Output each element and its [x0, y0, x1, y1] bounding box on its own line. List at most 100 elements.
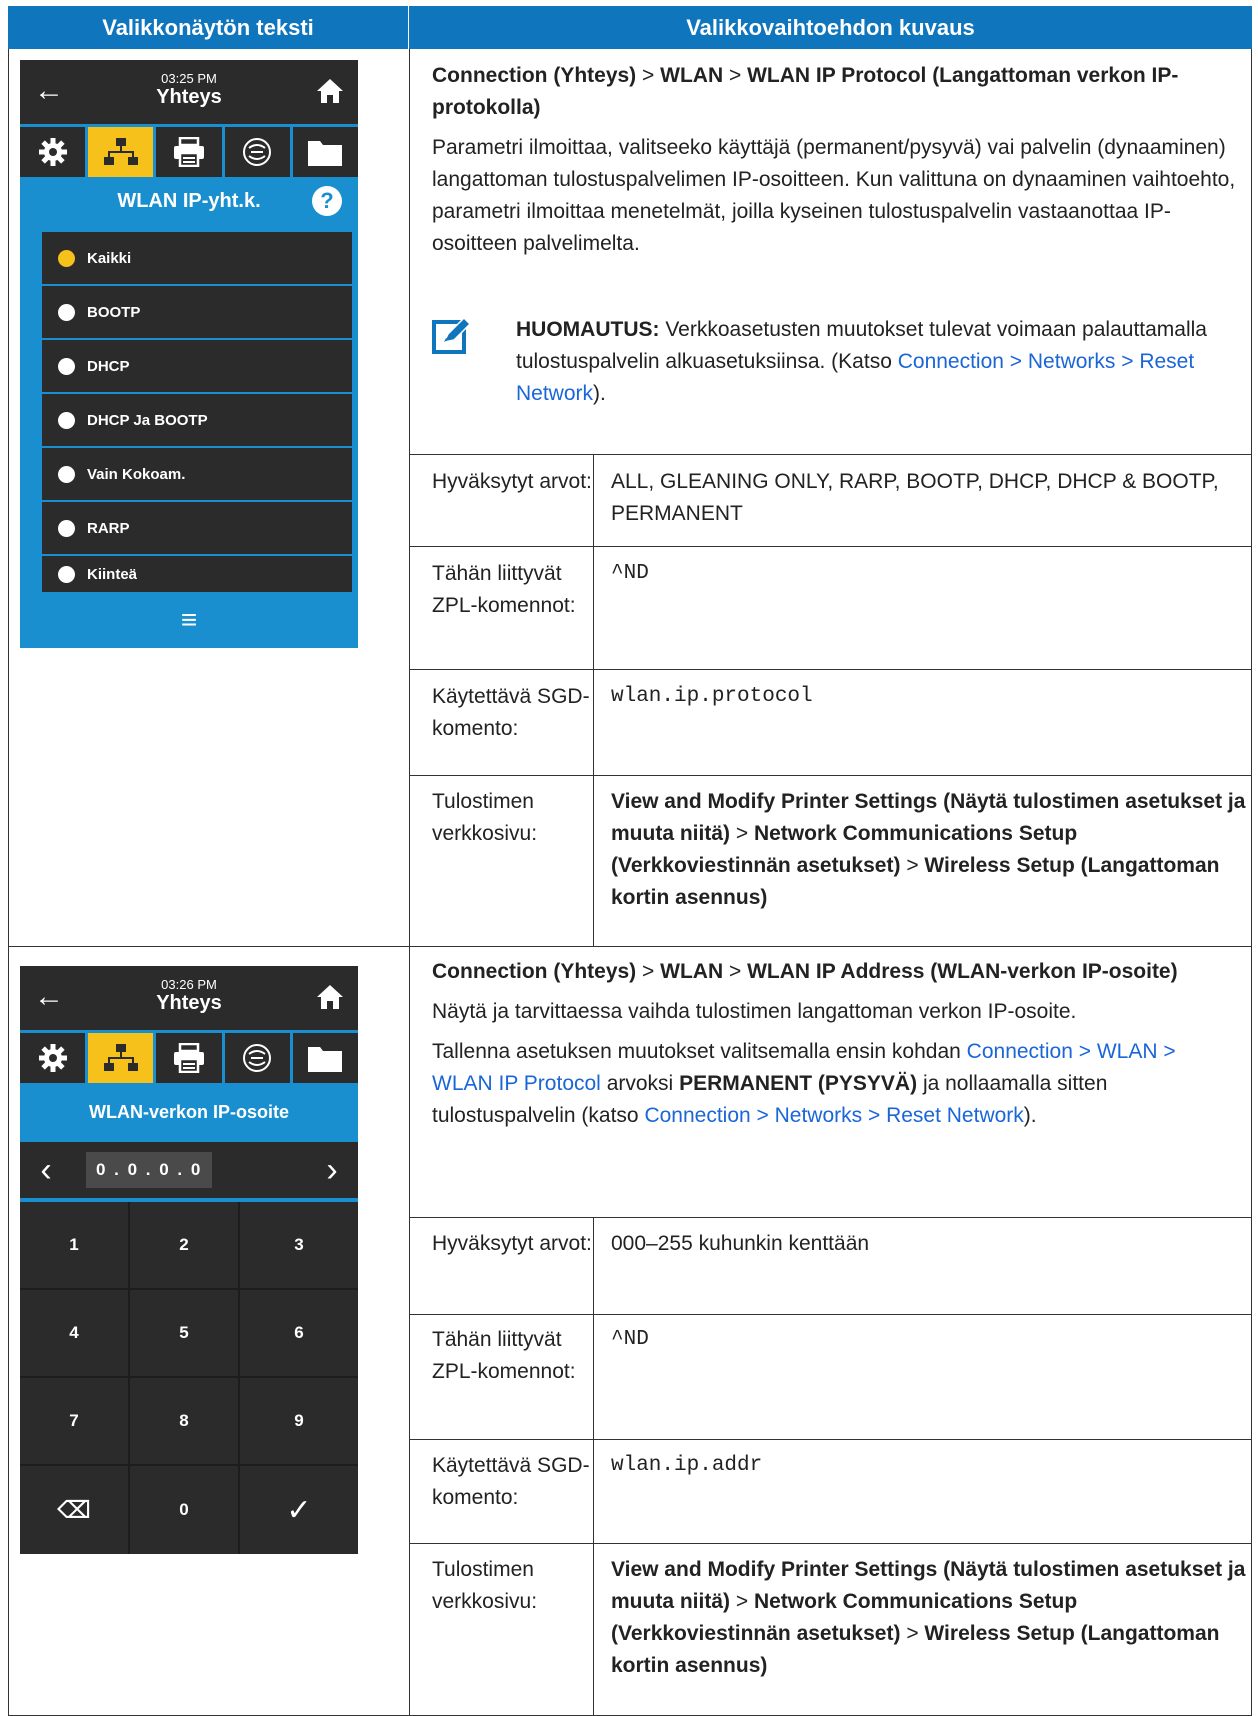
- row-label: Tähän liittyvät ZPL-komennot:: [432, 1328, 576, 1383]
- network-icon: [103, 1044, 138, 1071]
- key-6[interactable]: 6: [240, 1290, 358, 1378]
- backspace-icon[interactable]: ⌫: [20, 1466, 130, 1554]
- row-line: [409, 775, 1252, 776]
- section1-body: Parametri ilmoittaa, valitseeko käyttäjä…: [432, 136, 1236, 255]
- note-text: HUOMAUTUS: Verkkoasetusten muutokset tul…: [516, 318, 1207, 405]
- radio-icon: [58, 357, 75, 375]
- table-border-left: [8, 49, 9, 1716]
- note-block: HUOMAUTUS: Verkkoasetusten muutokset tul…: [432, 314, 1247, 444]
- sensor-icon: [243, 1044, 272, 1072]
- row-label: Tulostimen verkkosivu:: [432, 790, 538, 845]
- gear-icon: [38, 1044, 67, 1072]
- ip-address-value[interactable]: 0 . 0 . 0 . 0: [86, 1152, 213, 1188]
- radio-icon: [58, 411, 75, 429]
- screen-tabs: [20, 127, 358, 177]
- section1-description: Connection (Yhteys) > WLAN > WLAN IP Pro…: [432, 60, 1242, 268]
- printer-icon: [174, 137, 204, 167]
- row-value-webpage: View and Modify Printer Settings (Näytä …: [611, 1558, 1246, 1677]
- section2-body-1: Näytä ja tarvittaessa vaihda tulostimen …: [432, 1000, 1077, 1023]
- sensor-tab[interactable]: [224, 127, 290, 177]
- row-line: [409, 454, 1252, 455]
- ip-address-bar: ‹ 0 . 0 . 0 . 0 ›: [20, 1142, 358, 1198]
- print-tab[interactable]: [156, 127, 222, 177]
- screen-tabs: [20, 1033, 358, 1083]
- connection-tab[interactable]: [88, 1033, 154, 1083]
- inner-column-divider: [593, 1217, 594, 1715]
- row-label: Tulostimen verkkosivu:: [432, 1558, 538, 1613]
- table-row-divider: [8, 946, 1252, 947]
- printer-screen-ip-protocol: ← 03:25 PM Yhteys WLAN IP-yht.k. ? Kaikk…: [20, 60, 358, 648]
- radio-icon: [58, 465, 75, 483]
- home-icon[interactable]: [316, 78, 344, 104]
- row-value: ^ND: [611, 1328, 649, 1351]
- printer-icon: [174, 1043, 204, 1073]
- network-icon: [103, 138, 138, 165]
- reset-network-link[interactable]: Connection > Networks > Reset Network: [644, 1104, 1023, 1127]
- row-line: [409, 1439, 1252, 1440]
- key-8[interactable]: 8: [130, 1378, 240, 1466]
- column-header-right: Valikkovaihtoehdon kuvaus: [409, 6, 1252, 49]
- inner-column-divider: [593, 454, 594, 946]
- key-7[interactable]: 7: [20, 1378, 130, 1466]
- row-value: wlan.ip.protocol: [611, 685, 813, 708]
- key-9[interactable]: 9: [240, 1378, 358, 1466]
- folder-icon: [308, 141, 343, 166]
- row-value-webpage: View and Modify Printer Settings (Näytä …: [611, 790, 1246, 909]
- key-5[interactable]: 5: [130, 1290, 240, 1378]
- settings-tab[interactable]: [20, 127, 86, 177]
- connection-tab[interactable]: [88, 127, 154, 177]
- row-value: ALL, GLEANING ONLY, RARP, BOOTP, DHCP, D…: [611, 470, 1219, 525]
- row-line: [409, 669, 1252, 670]
- option-dhcp[interactable]: DHCP: [42, 340, 352, 392]
- row-line: [409, 546, 1252, 547]
- menu-icon[interactable]: ≡: [20, 604, 358, 636]
- option-bootp[interactable]: BOOTP: [42, 286, 352, 338]
- screen-topbar: ← 03:25 PM Yhteys: [20, 60, 358, 124]
- option-permanent[interactable]: Kiinteä: [42, 556, 352, 592]
- screen-title: Yhteys: [156, 992, 222, 1014]
- screen-subtitle: WLAN-verkon IP-osoite: [88, 1102, 289, 1122]
- row-line: [409, 1314, 1252, 1315]
- row-value: ^ND: [611, 562, 649, 585]
- key-1[interactable]: 1: [20, 1202, 130, 1290]
- option-gleaning[interactable]: Vain Kokoam.: [42, 448, 352, 500]
- chevron-left-icon[interactable]: ‹: [26, 1142, 66, 1198]
- key-2[interactable]: 2: [130, 1202, 240, 1290]
- section2-body-2: Tallenna asetuksen muutokset valitsemall…: [432, 1040, 1176, 1127]
- help-icon[interactable]: ?: [312, 186, 342, 216]
- key-4[interactable]: 4: [20, 1290, 130, 1378]
- home-icon[interactable]: [316, 984, 344, 1010]
- row-label: Hyväksytyt arvot:: [432, 1232, 592, 1255]
- option-kaikki[interactable]: Kaikki: [42, 232, 352, 284]
- radio-icon: [58, 303, 75, 321]
- gear-icon: [38, 138, 67, 166]
- files-tab[interactable]: [292, 127, 358, 177]
- key-3[interactable]: 3: [240, 1202, 358, 1290]
- screen-title: Yhteys: [156, 86, 222, 108]
- screen-time: 03:25 PM: [161, 71, 217, 86]
- radio-icon: [58, 565, 75, 583]
- table-column-divider: [409, 49, 410, 1716]
- key-0[interactable]: 0: [130, 1466, 240, 1554]
- sensor-tab[interactable]: [224, 1033, 290, 1083]
- row-label: Tähän liittyvät ZPL-komennot:: [432, 562, 576, 617]
- option-dhcp-bootp[interactable]: DHCP Ja BOOTP: [42, 394, 352, 446]
- folder-icon: [308, 1047, 343, 1072]
- row-label: Käytettävä SGD-komento:: [432, 685, 590, 740]
- row-label: Käytettävä SGD-komento:: [432, 1454, 590, 1509]
- settings-tab[interactable]: [20, 1033, 86, 1083]
- numeric-keypad: 1 2 3 4 5 6 7 8 9 ⌫ 0 ✓: [20, 1202, 358, 1554]
- chevron-right-icon[interactable]: ›: [312, 1142, 352, 1198]
- row-value: 000–255 kuhunkin kenttään: [611, 1232, 870, 1255]
- files-tab[interactable]: [292, 1033, 358, 1083]
- printer-screen-ip-address: ← 03:26 PM Yhteys WLAN-verkon IP-osoite …: [20, 966, 358, 1554]
- checkmark-icon[interactable]: ✓: [240, 1466, 358, 1554]
- column-header-left: Valikkonäytön teksti: [8, 6, 409, 49]
- screen-subtitle: WLAN IP-yht.k.: [117, 190, 261, 212]
- screen-topbar: ← 03:26 PM Yhteys: [20, 966, 358, 1030]
- note-edit-icon: [432, 316, 472, 354]
- print-tab[interactable]: [156, 1033, 222, 1083]
- table-border-right: [1251, 49, 1252, 1716]
- radio-icon: [58, 519, 75, 537]
- option-rarp[interactable]: RARP: [42, 502, 352, 554]
